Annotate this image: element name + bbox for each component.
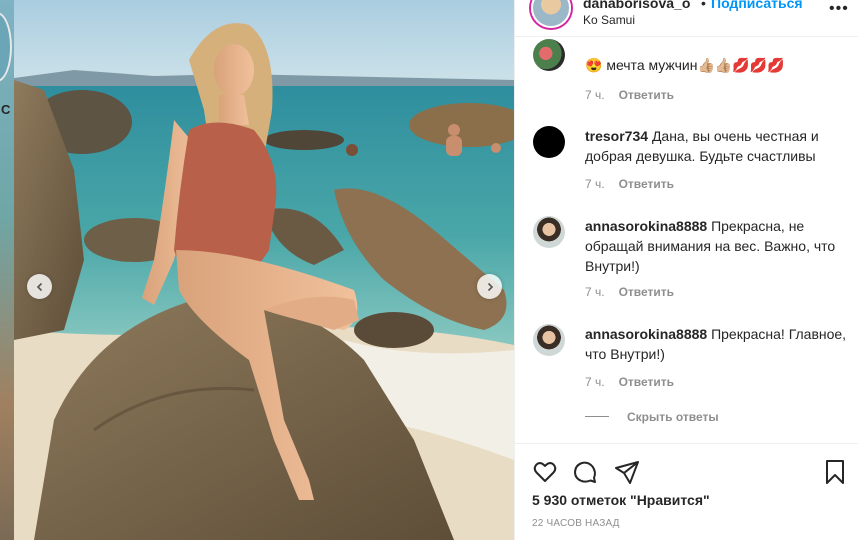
commenter-avatar[interactable] bbox=[533, 39, 565, 71]
post-location[interactable]: Ko Samui bbox=[583, 13, 635, 27]
post-side-panel: danaborisova_o • Подписаться Ko Samui ••… bbox=[514, 0, 858, 540]
comment-time[interactable]: 7 ч. bbox=[585, 285, 605, 299]
post-photo[interactable] bbox=[14, 0, 514, 540]
chevron-right-icon bbox=[487, 282, 493, 291]
heart-icon[interactable] bbox=[531, 458, 559, 486]
commenter-avatar[interactable] bbox=[533, 216, 565, 248]
chevron-left-icon bbox=[36, 282, 42, 291]
comment-text: annasorokina8888 Прекрасна, не обращай в… bbox=[585, 216, 847, 276]
comment-meta: 7 ч. Ответить bbox=[585, 285, 674, 299]
author-username[interactable]: danaborisova_o bbox=[583, 0, 690, 11]
header-separator: • bbox=[701, 0, 706, 11]
post-timestamp[interactable]: 22 ЧАСОВ НАЗАД bbox=[532, 518, 620, 529]
follow-button[interactable]: Подписаться bbox=[711, 0, 803, 11]
comment-body: 😍 мечта мужчин👍🏼👍🏼💋💋💋 bbox=[585, 57, 785, 73]
comment-meta: 7 ч. Ответить bbox=[585, 88, 674, 102]
ellipsis-icon[interactable]: ••• bbox=[829, 0, 849, 18]
comment-time[interactable]: 7 ч. bbox=[585, 375, 605, 389]
commenter-username[interactable]: annasorokina8888 bbox=[585, 326, 707, 342]
comment-text: 😍 мечта мужчин👍🏼👍🏼💋💋💋 bbox=[585, 55, 847, 75]
bookmark-icon[interactable] bbox=[821, 458, 849, 486]
comment-time[interactable]: 7 ч. bbox=[585, 88, 605, 102]
previous-photo-button[interactable] bbox=[27, 274, 52, 299]
reply-button[interactable]: Ответить bbox=[619, 88, 674, 102]
next-photo-button[interactable] bbox=[477, 274, 502, 299]
author-avatar[interactable] bbox=[531, 0, 571, 28]
backdrop-letter: C bbox=[1, 102, 11, 117]
commenter-username[interactable]: tresor734 bbox=[585, 128, 648, 144]
comment-time[interactable]: 7 ч. bbox=[585, 177, 605, 191]
comment-meta: 7 ч. Ответить bbox=[585, 177, 674, 191]
commenter-username[interactable]: annasorokina8888 bbox=[585, 218, 707, 234]
post-actions: 5 930 отметок "Нравится" 22 ЧАСОВ НАЗАД bbox=[515, 443, 858, 540]
reply-button[interactable]: Ответить bbox=[619, 375, 674, 389]
commenter-avatar[interactable] bbox=[533, 324, 565, 356]
comment-icon[interactable] bbox=[571, 458, 599, 486]
post-header: danaborisova_o • Подписаться Ko Samui ••… bbox=[515, 0, 858, 36]
beach-photo bbox=[14, 0, 514, 540]
comment-text: annasorokina8888 Прекрасна! Главное, что… bbox=[585, 324, 847, 364]
commenter-avatar[interactable] bbox=[533, 126, 565, 158]
share-icon[interactable] bbox=[613, 458, 641, 486]
likes-count[interactable]: 5 930 отметок "Нравится" bbox=[532, 492, 710, 508]
comment-text: tresor734 Дана, вы очень честная и добра… bbox=[585, 126, 847, 166]
comment-meta: 7 ч. Ответить bbox=[585, 375, 674, 389]
comments-list[interactable]: 😍 мечта мужчин👍🏼👍🏼💋💋💋 7 ч. Ответить treso… bbox=[515, 36, 858, 443]
hide-replies-button[interactable]: Скрыть ответы bbox=[627, 410, 719, 424]
reply-button[interactable]: Ответить bbox=[619, 285, 674, 299]
reply-button[interactable]: Ответить bbox=[619, 177, 674, 191]
hide-replies-divider bbox=[585, 416, 609, 417]
backdrop-strip bbox=[0, 0, 14, 540]
